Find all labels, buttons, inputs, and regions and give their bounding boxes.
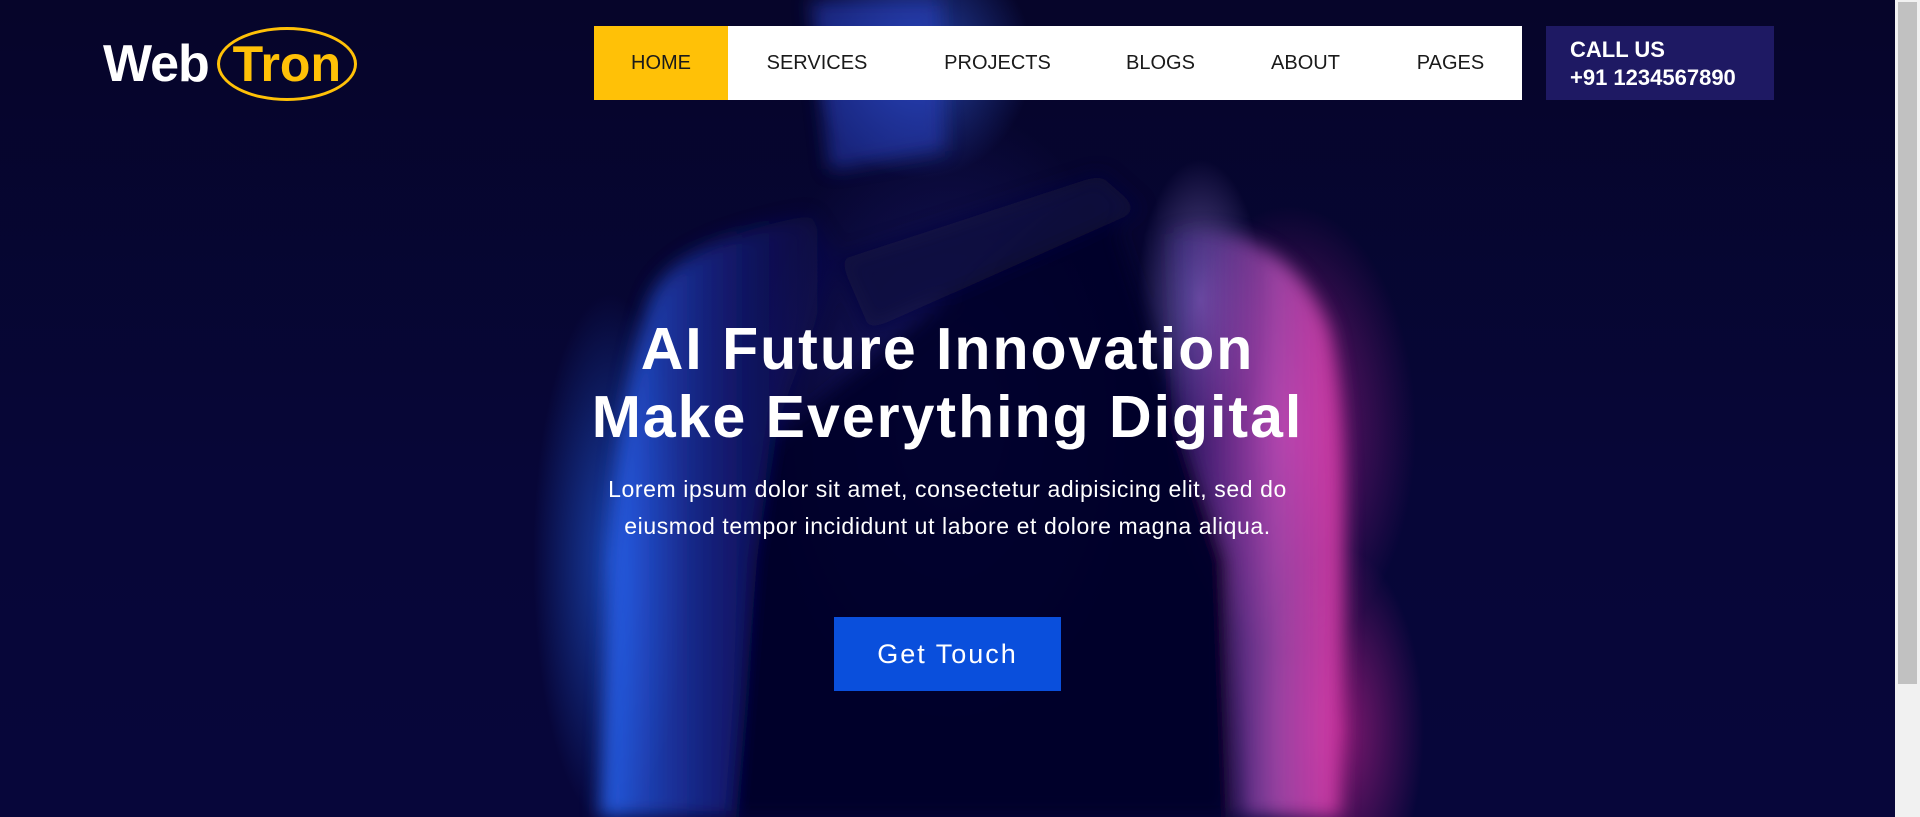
page: Web Tron HOME SERVICES PROJECTS BLOGS AB…: [0, 0, 1920, 817]
hero-title: AI Future Innovation Make Everything Dig…: [530, 315, 1365, 451]
nav-item-home[interactable]: HOME: [594, 26, 728, 100]
hero-title-line-1: AI Future Innovation: [640, 316, 1255, 382]
call-us-label: CALL US: [1570, 37, 1665, 62]
main-navigation: HOME SERVICES PROJECTS BLOGS ABOUT PAGES: [594, 26, 1522, 100]
logo-oval: Tron: [216, 27, 357, 101]
page-scrollbar[interactable]: [1895, 0, 1920, 817]
nav-item-services[interactable]: SERVICES: [728, 26, 906, 100]
brand-logo[interactable]: Web Tron: [103, 24, 357, 104]
hero-title-line-2: Make Everything Digital: [591, 384, 1304, 450]
nav-item-about[interactable]: ABOUT: [1232, 26, 1379, 100]
nav-item-blogs[interactable]: BLOGS: [1089, 26, 1232, 100]
logo-text-web: Web: [103, 35, 210, 93]
call-us-phone: +91 1234567890: [1570, 65, 1736, 90]
hero-section: AI Future Innovation Make Everything Dig…: [530, 315, 1365, 545]
nav-item-projects[interactable]: PROJECTS: [906, 26, 1089, 100]
nav-item-pages[interactable]: PAGES: [1379, 26, 1522, 100]
logo-text-tron: Tron: [232, 36, 341, 92]
hero-description: Lorem ipsum dolor sit amet, consectetur …: [608, 476, 1287, 539]
scrollbar-thumb[interactable]: [1898, 2, 1917, 684]
call-us-box[interactable]: CALL US +91 1234567890: [1546, 26, 1774, 100]
get-touch-button[interactable]: Get Touch: [834, 617, 1061, 691]
